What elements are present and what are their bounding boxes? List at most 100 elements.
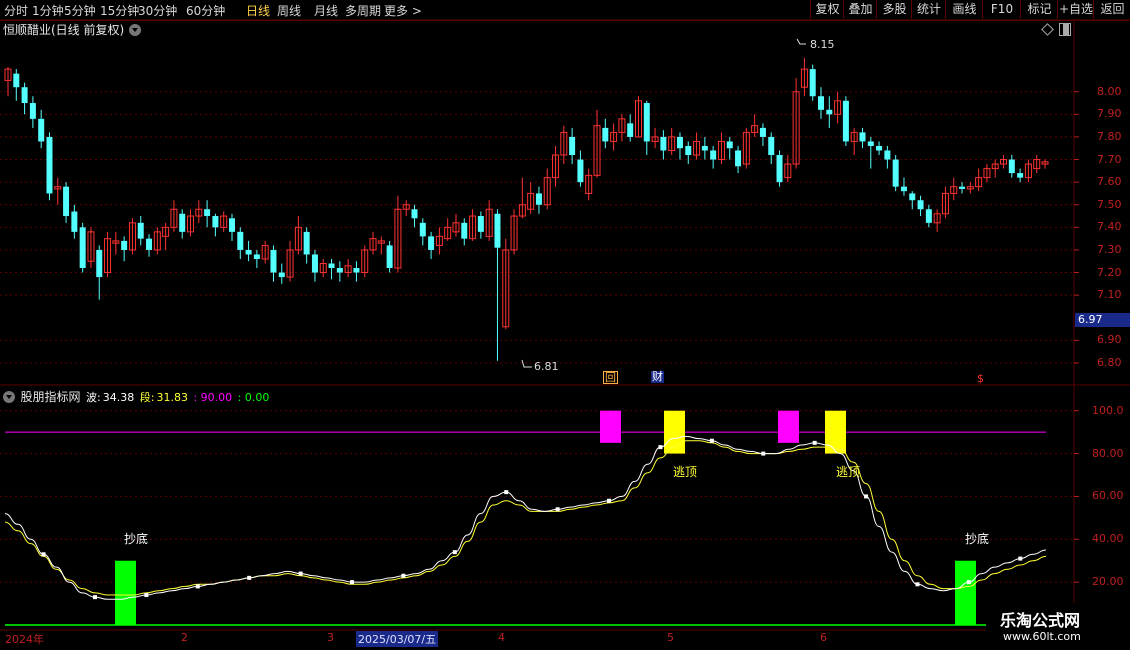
dollar-marker[interactable]: $ [977,372,984,385]
indicator-header: 股朋指标网 波: 34.38 段: 31.83 : 90.00 : 0.00 [3,388,271,405]
pink-signal-bar [778,410,799,443]
date-year: 2024年 [5,633,44,646]
candle-body [900,186,907,192]
indicator-tick-label: 40.00 [1092,532,1124,546]
price-tick-label: 7.80 [1097,129,1122,143]
candle-body [535,193,542,205]
candle-body [228,218,235,232]
indicator-tick-label: 20.00 [1092,575,1124,589]
candle-body [643,103,650,142]
candle-body [859,132,866,142]
candle-body [577,159,584,183]
candle-body [311,254,318,273]
candle-body [627,123,634,137]
candle-body [245,249,252,255]
price-tick-label: 7.30 [1097,242,1122,256]
candle-body [29,103,36,119]
wave-marker [709,438,714,443]
candle-body [38,118,45,142]
candle-body [710,150,717,160]
seg-line [4,440,1047,596]
price-tick-label: 7.20 [1097,265,1122,279]
bottom-signal-bar [955,560,976,625]
date-month-6: 6 [820,631,827,644]
candle-body [96,249,103,278]
candle-body [768,136,775,156]
bottom-signal-bar [115,560,136,625]
review-marker[interactable]: 回 [603,371,618,384]
candle-body [876,145,883,151]
wave-marker [452,550,457,555]
watermark-url: www.60lt.com [1003,630,1081,643]
candle-body [270,249,277,273]
date-month-5: 5 [667,631,674,644]
candle-body [411,209,418,219]
wave-marker [298,571,303,576]
candle-body [328,263,335,269]
bottom-signal-label: 抄底 [965,532,990,546]
candle-body [1008,159,1015,174]
candle-body [428,236,435,250]
candle-body [842,100,849,142]
seg-label: 段: [139,391,155,404]
candle-body [602,127,609,142]
wave-line [4,435,1047,600]
candle-body [759,127,766,137]
top-signal-label: 逃顶 [673,465,698,479]
candle-body [867,141,874,146]
candle-body [419,222,426,237]
price-tick-label: 7.50 [1097,197,1122,211]
wave-marker [1018,556,1023,561]
candle-body [21,87,28,104]
scroll-handle[interactable] [1063,24,1069,35]
indicator-tick-label: 60.00 [1092,489,1124,503]
wave-marker [966,580,971,585]
candle-body [79,227,86,269]
high-price-label: 8.15 [810,38,835,51]
finance-marker[interactable]: 财 [651,371,664,383]
candle-body [13,73,20,88]
candle-body [726,141,733,149]
candle-body [146,238,153,250]
chart-canvas[interactable] [0,0,1130,650]
candle-body [278,272,285,278]
date-axis: 2024年 2 3 2025/03/07/五 4 5 6 [0,631,1074,647]
candle-body [179,213,186,232]
dropdown-icon[interactable] [129,24,141,36]
candle-body [685,145,692,156]
indicator-dropdown-icon[interactable] [3,391,15,403]
price-tick-label: 7.10 [1097,288,1122,302]
candle-body [909,193,916,201]
candle-body [701,145,708,151]
candle-body [884,150,891,160]
price-tick-label: 7.60 [1097,175,1122,189]
wave-marker [195,584,200,589]
wave-marker [401,573,406,578]
candle-body [809,69,816,97]
candle-body [212,216,219,228]
wave-marker [555,507,560,512]
date-month-2: 2 [181,631,188,644]
candle-body [735,150,742,167]
candle-body [336,268,343,273]
wave-marker [504,490,509,495]
candle-body [71,211,78,232]
candle-body [137,222,144,239]
candle-body [826,109,833,115]
wave-marker [92,595,97,600]
candle-body [303,231,310,255]
wave-marker [864,494,869,499]
low-price-label: 6.81 [534,360,559,373]
candle-body [353,268,360,273]
indicator-tick-label: 100.0 [1092,403,1124,417]
top-signal-label: 逃顶 [836,465,861,479]
lower-value: : 0.00 [237,391,270,404]
high-pointer [796,38,806,45]
price-tick-label: 7.90 [1097,107,1122,121]
date-month-4: 4 [498,631,505,644]
candle-body [818,96,825,110]
price-tick-label: 8.00 [1097,84,1122,98]
candle-body [63,186,70,217]
candle-body [1017,173,1024,178]
candle-body [253,254,260,259]
